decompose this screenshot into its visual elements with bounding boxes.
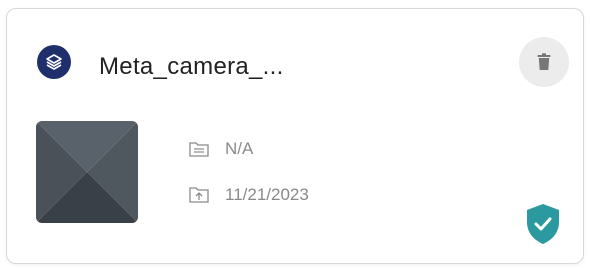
trash-icon xyxy=(537,53,551,70)
delete-button[interactable] xyxy=(519,37,569,87)
folder-row: N/A xyxy=(189,139,253,159)
asset-thumbnail[interactable] xyxy=(36,121,138,223)
shield-check-icon xyxy=(527,204,559,244)
upload-icon xyxy=(189,187,209,203)
upload-date-value: 11/21/2023 xyxy=(225,185,309,204)
asset-title[interactable]: Meta_camera_... xyxy=(99,53,284,81)
upload-date-row: 11/21/2023 xyxy=(189,185,309,205)
asset-card[interactable]: Meta_camera_... N/A 11/21/2023 xyxy=(6,8,584,264)
folder-icon xyxy=(189,142,209,157)
folder-value: N/A xyxy=(225,139,254,158)
layers-icon xyxy=(37,45,71,79)
